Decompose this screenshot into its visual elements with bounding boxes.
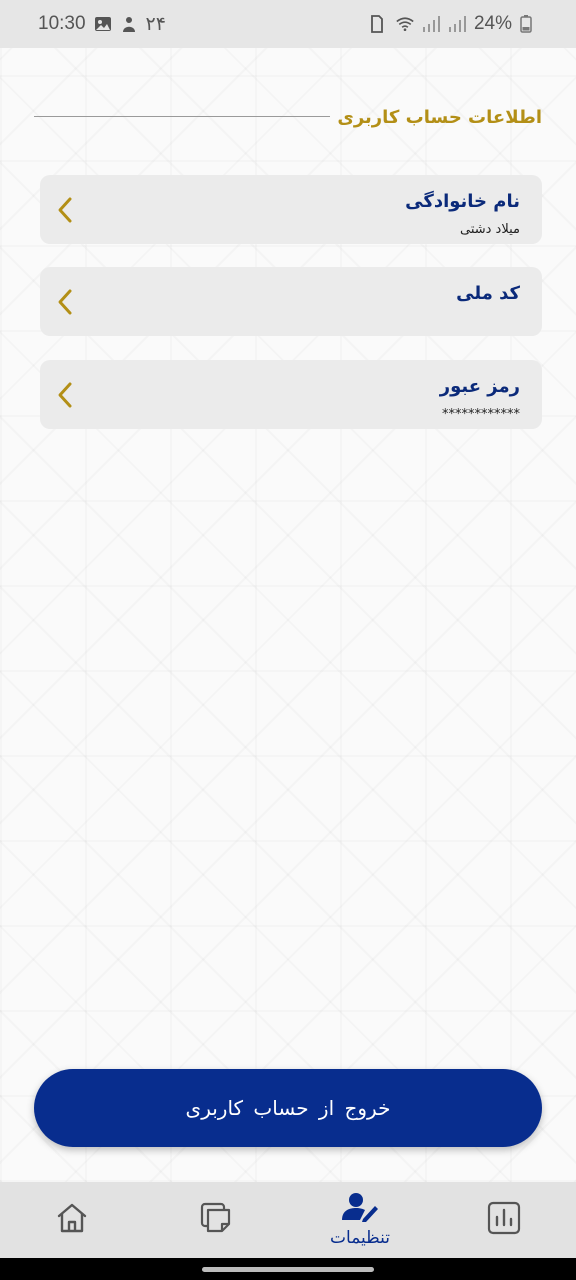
logout-button[interactable]: خروج از حساب کاربری [34, 1069, 542, 1147]
card-password[interactable]: رمز عبور ************ [40, 360, 542, 429]
nav-settings[interactable]: تنظیمات [288, 1182, 432, 1258]
battery-percent: 24% [473, 13, 512, 34]
chart-icon [486, 1200, 522, 1240]
gallery-icon [94, 15, 112, 33]
signal-icon-2 [448, 15, 466, 33]
sim-icon [370, 15, 388, 33]
section-header: اطلاعات حساب کاربری [34, 104, 542, 130]
nav-notes[interactable] [144, 1182, 288, 1258]
chevron-left-icon [54, 195, 78, 225]
card-label: نام خانوادگی [405, 191, 520, 212]
gesture-bar [0, 1258, 576, 1280]
chevron-left-icon [54, 287, 78, 317]
status-bar-left: 10:30 ۲۴ [38, 13, 166, 36]
status-bar: 10:30 ۲۴ 24% [0, 0, 576, 48]
card-national-code[interactable]: کد ملی [40, 267, 542, 336]
bottom-nav: تنظیمات [0, 1182, 576, 1258]
card-value: میلاد دشتی [459, 222, 520, 237]
card-value: ************ [442, 407, 520, 422]
section-divider [34, 116, 330, 117]
status-time: 10:30 [38, 13, 86, 34]
card-label: کد ملی [456, 283, 520, 304]
status-bar-right: 24% [370, 13, 538, 35]
user-edit-icon [341, 1192, 379, 1226]
status-badge: ۲۴ [145, 13, 166, 35]
note-icon [198, 1200, 234, 1240]
card-last-name[interactable]: نام خانوادگی میلاد دشتی [40, 175, 542, 244]
wifi-icon [396, 15, 414, 33]
battery-icon [520, 15, 538, 33]
section-title: اطلاعات حساب کاربری [337, 106, 542, 128]
settings-page: اطلاعات حساب کاربری نام خانوادگی میلاد د… [0, 48, 576, 1182]
signal-icon [422, 15, 440, 33]
app-notification-icon [120, 15, 138, 33]
nav-reports[interactable] [432, 1182, 576, 1258]
home-icon [54, 1200, 90, 1240]
gesture-handle[interactable] [202, 1267, 374, 1272]
nav-settings-label: تنظیمات [330, 1228, 390, 1248]
card-label: رمز عبور [439, 376, 520, 397]
chevron-left-icon [54, 380, 78, 410]
nav-home[interactable] [0, 1182, 144, 1258]
